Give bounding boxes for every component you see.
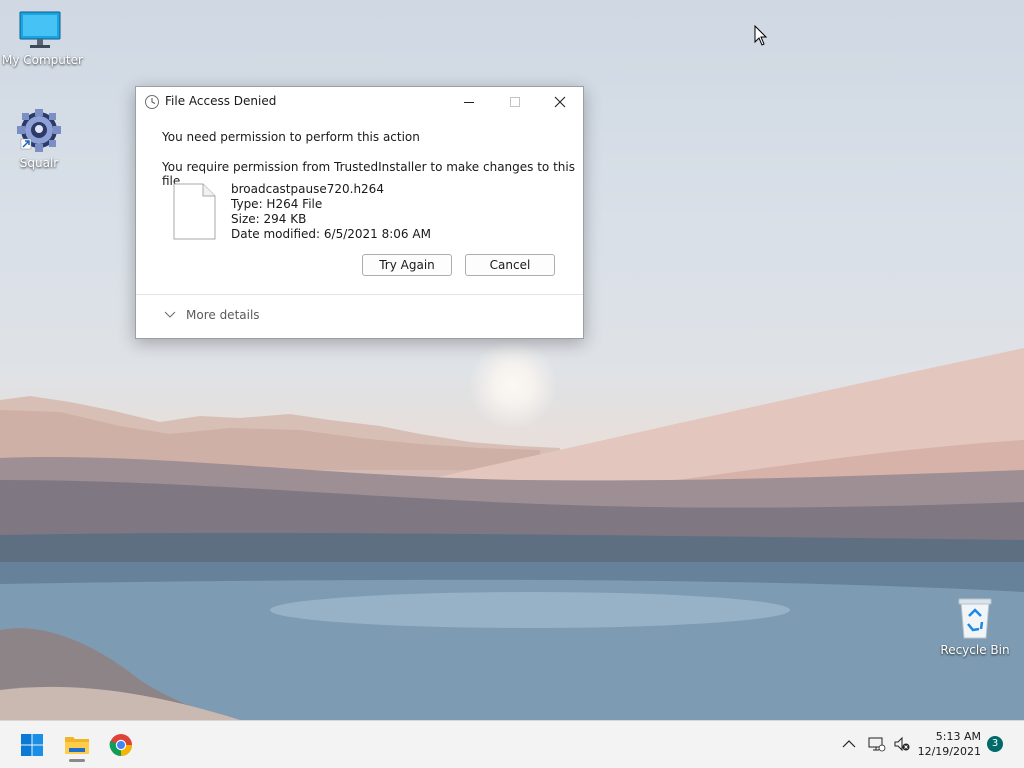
dialog-title: File Access Denied — [165, 94, 277, 108]
start-button[interactable] — [16, 731, 48, 759]
running-indicator — [69, 759, 85, 762]
more-details-toggle[interactable]: More details — [164, 308, 260, 322]
file-type: Type: H264 File — [231, 197, 323, 211]
taskbar: 5:13 AM 12/19/2021 — [0, 720, 1024, 768]
desktop-icon-my-computer[interactable]: My Computer — [2, 10, 83, 67]
dialog-titlebar[interactable]: File Access Denied — [136, 87, 583, 117]
chrome-taskbar-button[interactable] — [104, 729, 138, 761]
show-hidden-icons-button[interactable] — [838, 733, 860, 755]
file-name: broadcastpause720.h264 — [231, 182, 384, 196]
mouse-cursor-icon — [754, 25, 768, 46]
chrome-icon — [109, 734, 132, 756]
desktop-icon-label: My Computer — [2, 53, 83, 67]
desktop-icon-label: Squalr — [19, 156, 59, 170]
clock-time: 5:13 AM — [935, 730, 981, 743]
clock-date: 12/19/2021 — [917, 745, 981, 758]
file-size: Size: 294 KB — [231, 212, 307, 226]
network-status-button[interactable] — [866, 733, 888, 755]
file-date-modified: Date modified: 6/5/2021 8:06 AM — [231, 227, 431, 241]
wallpaper-landscape — [0, 348, 1024, 720]
desktop-icon-label: Recycle Bin — [940, 643, 1010, 657]
volume-muted-icon — [894, 736, 910, 752]
monitor-icon — [19, 11, 61, 48]
cancel-button[interactable]: Cancel — [465, 254, 555, 276]
close-button[interactable] — [537, 87, 583, 117]
maximize-button[interactable] — [492, 87, 538, 117]
file-icon — [173, 183, 216, 240]
chevron-down-icon — [164, 311, 176, 318]
recycle-bin-icon — [958, 598, 992, 639]
file-access-denied-dialog: File Access Denied You need permission t… — [135, 86, 584, 339]
maximize-icon — [510, 97, 520, 107]
squalr-gear-icon — [17, 108, 61, 152]
chevron-up-icon — [842, 740, 856, 748]
notification-badge[interactable]: 3 — [987, 736, 1003, 752]
clock-icon — [145, 95, 159, 109]
network-icon — [868, 737, 886, 752]
taskbar-clock[interactable]: 5:13 AM 12/19/2021 — [918, 729, 981, 759]
file-explorer-taskbar-button[interactable] — [60, 727, 94, 763]
dialog-separator — [136, 294, 583, 295]
start-windows-icon — [21, 734, 43, 756]
file-explorer-icon — [65, 737, 89, 754]
volume-button[interactable] — [891, 733, 913, 755]
desktop-icon-squalr[interactable]: Squalr — [8, 108, 70, 170]
desktop-icon-recycle-bin[interactable]: Recycle Bin — [940, 596, 1010, 657]
dialog-message: You need permission to perform this acti… — [162, 130, 420, 144]
try-again-button[interactable]: Try Again — [362, 254, 452, 276]
minimize-icon — [464, 102, 474, 103]
minimize-button[interactable] — [446, 87, 492, 117]
close-icon — [554, 96, 566, 108]
file-info: broadcastpause720.h264 Type: H264 File S… — [231, 182, 431, 242]
more-details-label: More details — [186, 308, 260, 322]
